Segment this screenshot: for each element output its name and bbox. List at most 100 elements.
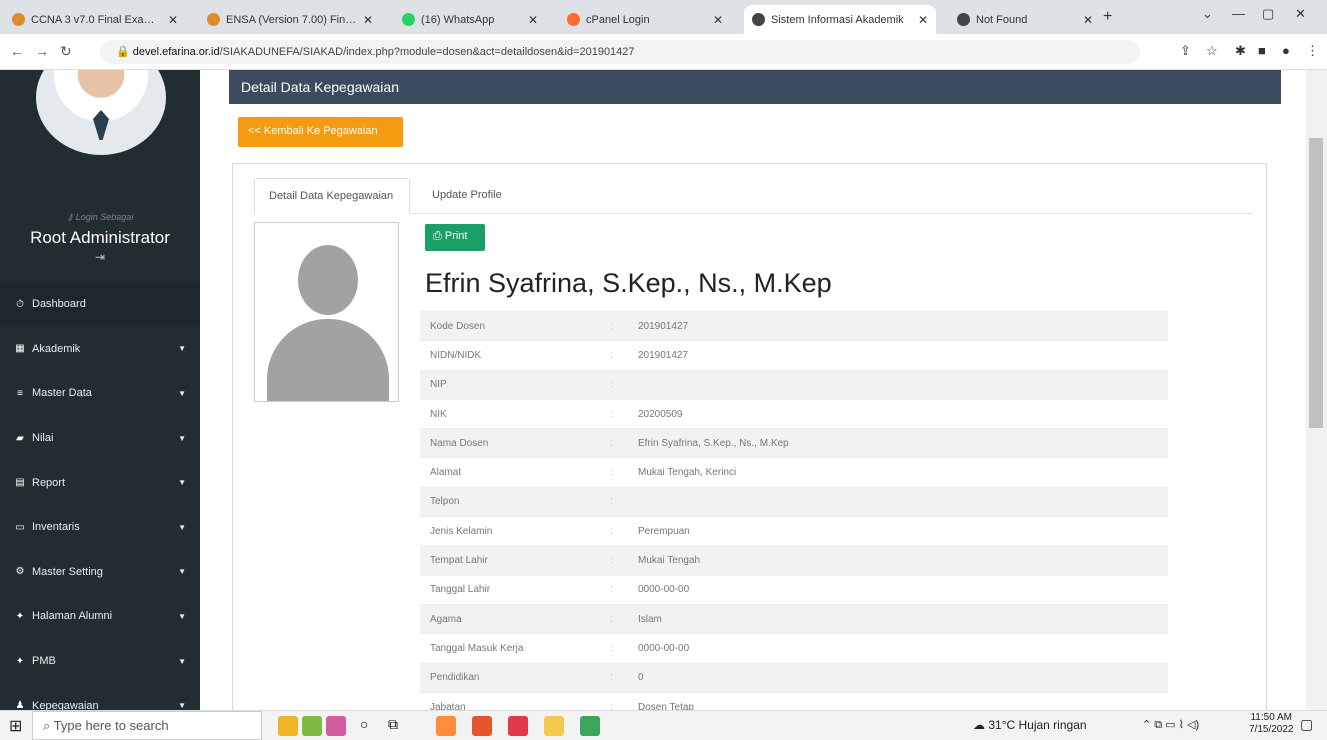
field-separator: :	[610, 349, 613, 361]
field-value: Mukai Tengah, Kerinci	[638, 467, 737, 479]
close-tab-icon[interactable]: ✕	[168, 13, 178, 27]
detail-row: Agama: Islam	[420, 603, 1168, 634]
sidebar-item-label: Dashboard	[32, 298, 86, 311]
detail-row: Kode Dosen: 201901427	[420, 311, 1168, 341]
sidebar-item[interactable]: ✦ PMB ▼	[0, 639, 200, 684]
detail-row: Nama Dosen: Efrin Syafrina, S.Kep., Ns., …	[420, 428, 1168, 458]
favicon-icon	[402, 13, 415, 26]
bookmark-star-icon[interactable]: ☆	[1206, 43, 1218, 59]
app-icon[interactable]	[278, 716, 298, 736]
menu-dots-icon[interactable]: ⋮	[1306, 43, 1319, 59]
app-icon[interactable]	[508, 716, 528, 736]
browser-tab[interactable]: cPanel Login ✕	[559, 5, 731, 34]
taskbar-search[interactable]: ⌕ Type here to search	[32, 711, 262, 740]
field-separator: :	[610, 379, 613, 391]
sidebar-item-label: Report	[32, 476, 66, 489]
profile-photo	[254, 222, 399, 402]
reload-icon[interactable]: ↻	[60, 43, 72, 60]
tab-update-profile[interactable]: Update Profile	[418, 178, 516, 214]
field-label: Kode Dosen	[430, 320, 486, 332]
detail-row: Tempat Lahir: Mukai Tengah	[420, 545, 1168, 575]
maximize-button[interactable]: ▢	[1262, 6, 1274, 22]
field-separator: :	[610, 642, 613, 654]
sidebar-item[interactable]: ✦ Halaman Alumni ▼	[0, 594, 200, 639]
tab-title: Not Found	[976, 13, 1028, 26]
logout-icon[interactable]: ⇥	[0, 250, 200, 264]
close-tab-icon[interactable]: ✕	[1083, 13, 1093, 27]
scrollbar-thumb[interactable]	[1309, 138, 1323, 428]
field-value: 201901427	[638, 349, 689, 361]
notifications-icon[interactable]: ▢	[1300, 716, 1313, 733]
tab-title: cPanel Login	[586, 13, 650, 26]
sidepanel-icon[interactable]: ■	[1258, 43, 1266, 58]
new-tab-button[interactable]: +	[1103, 8, 1112, 26]
file-explorer-icon[interactable]	[544, 716, 564, 736]
close-tab-icon[interactable]: ✕	[363, 13, 373, 27]
sidebar-item-label: Nilai	[32, 432, 54, 445]
sidebar-item[interactable]: ♟ Kepegawaian ▼	[0, 683, 200, 710]
app-icon[interactable]	[326, 716, 346, 736]
app-icon[interactable]	[472, 716, 492, 736]
field-separator: :	[610, 437, 613, 449]
sidebar-item[interactable]: ⏱ Dashboard	[0, 282, 200, 327]
browser-tab[interactable]: ENSA (Version 7.00) Final E ✕	[199, 5, 381, 34]
sidebar-item[interactable]: ▰ Nilai ▼	[0, 416, 200, 461]
graduation-icon: ✦	[15, 655, 25, 667]
extensions-icon[interactable]: ✱	[1235, 43, 1246, 59]
cogs-icon: ⚙	[15, 566, 25, 578]
sidebar-item[interactable]: ≡ Master Data ▼	[0, 371, 200, 416]
forward-icon[interactable]: →	[35, 43, 49, 59]
detail-row: NIP:	[420, 369, 1168, 399]
field-label: NIK	[430, 408, 447, 420]
user-avatar	[36, 70, 166, 155]
app-icon[interactable]	[436, 716, 456, 736]
field-value: 0	[638, 672, 644, 684]
chrome-icon[interactable]	[580, 716, 600, 736]
sidebar-item-label: Master Data	[32, 387, 92, 400]
task-view-icon[interactable]: ⧉	[388, 716, 398, 733]
url-input[interactable]: 🔒 devel.efarina.or.id/SIAKADUNEFA/SIAKAD…	[100, 40, 1140, 64]
field-label: NIDN/NIDK	[430, 349, 482, 361]
detail-row: Pendidikan: 0	[420, 662, 1168, 692]
caret-down-icon: ▼	[178, 478, 186, 488]
tab-search-icon[interactable]: ⌄	[1202, 6, 1213, 22]
app-icon[interactable]	[302, 716, 322, 736]
close-tab-icon[interactable]: ✕	[713, 13, 723, 27]
taskbar-clock[interactable]: 11:50 AM 7/15/2022	[1249, 712, 1294, 736]
field-separator: :	[610, 672, 613, 684]
favicon-icon	[752, 13, 765, 26]
caret-down-icon: ▼	[178, 344, 186, 354]
share-icon[interactable]: ⇪	[1180, 43, 1191, 59]
tab-title: CCNA 3 v7.0 Final Exam An	[31, 13, 162, 26]
browser-tab[interactable]: Not Found ✕	[949, 5, 1101, 34]
sidebar-item-label: Kepegawaian	[32, 699, 99, 710]
close-tab-icon[interactable]: ✕	[918, 13, 928, 27]
caret-down-icon: ▼	[178, 701, 186, 710]
browser-tab[interactable]: Sistem Informasi Akademik ✕	[744, 5, 936, 34]
tab-detail[interactable]: Detail Data Kepegawaian	[254, 178, 410, 214]
sidebar-item[interactable]: ▭ Inventaris ▼	[0, 505, 200, 550]
weather-widget[interactable]: ☁ 31°C Hujan ringan	[973, 718, 1087, 732]
field-label: Tempat Lahir	[430, 555, 488, 567]
browser-tab[interactable]: (16) WhatsApp ✕	[394, 5, 546, 34]
cortana-icon[interactable]: ○	[360, 716, 368, 732]
sidebar-item[interactable]: ▦ Akademik ▼	[0, 327, 200, 372]
browser-tab[interactable]: CCNA 3 v7.0 Final Exam An ✕	[4, 5, 186, 34]
sidebar-item[interactable]: ▤ Report ▼	[0, 460, 200, 505]
sidebar-item[interactable]: ⚙ Master Setting ▼	[0, 550, 200, 595]
close-window-button[interactable]: ✕	[1295, 6, 1306, 22]
user-name: Root Administrator	[30, 228, 170, 247]
field-separator: :	[610, 584, 613, 596]
caret-down-icon: ▼	[178, 611, 186, 621]
field-value: Perempuan	[638, 525, 690, 537]
print-button[interactable]: ⎙ Print	[425, 224, 485, 251]
back-icon[interactable]: ←	[10, 43, 24, 59]
close-tab-icon[interactable]: ✕	[528, 13, 538, 27]
book-icon: ▰	[16, 432, 24, 444]
windows-start-icon[interactable]: ⊞	[9, 716, 22, 736]
minimize-button[interactable]: —	[1232, 6, 1245, 21]
profile-avatar[interactable]: ●	[1282, 43, 1290, 58]
user-icon: ♟	[15, 700, 25, 710]
back-to-employees-button[interactable]: << Kembali Ke Pegawaian	[238, 117, 403, 147]
system-tray-icons[interactable]: ⌃ ⧉ ▭ ⌇ ◁)	[1142, 718, 1199, 732]
